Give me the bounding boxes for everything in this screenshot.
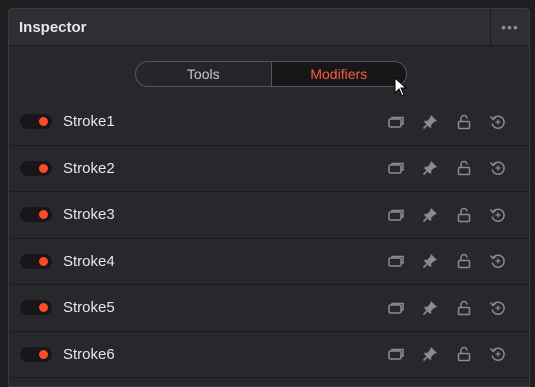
reset-icon[interactable] bbox=[481, 112, 515, 132]
row-actions bbox=[379, 158, 515, 178]
inspector-header: Inspector ••• bbox=[9, 9, 529, 46]
modifier-label: Stroke3 bbox=[63, 206, 115, 224]
reset-icon[interactable] bbox=[481, 344, 515, 364]
row-actions bbox=[379, 205, 515, 225]
enable-toggle[interactable] bbox=[20, 253, 52, 269]
modifier-label: Stroke4 bbox=[63, 252, 115, 270]
modifier-row[interactable]: Stroke2 bbox=[9, 146, 529, 192]
toggle-indicator bbox=[39, 256, 48, 266]
lock-icon[interactable] bbox=[447, 158, 481, 178]
reset-icon[interactable] bbox=[481, 205, 515, 225]
pin-icon[interactable] bbox=[413, 251, 447, 271]
pin-icon[interactable] bbox=[413, 112, 447, 132]
tab-bar: Tools Modifiers bbox=[135, 61, 407, 87]
reset-icon[interactable] bbox=[481, 158, 515, 178]
modifier-row[interactable]: Stroke5 bbox=[9, 285, 529, 332]
enable-toggle[interactable] bbox=[20, 346, 52, 362]
modifier-label: Stroke5 bbox=[63, 299, 115, 317]
collapse-icon[interactable] bbox=[379, 344, 413, 364]
toggle-indicator bbox=[39, 163, 48, 173]
panel-title: Inspector bbox=[19, 18, 87, 36]
tab-tools[interactable]: Tools bbox=[136, 62, 272, 86]
inspector-panel: Inspector ••• Tools Modifiers Stroke1 Str… bbox=[8, 8, 530, 387]
modifier-label: Stroke1 bbox=[63, 113, 115, 131]
pin-icon[interactable] bbox=[413, 298, 447, 318]
enable-toggle[interactable] bbox=[20, 114, 52, 130]
row-actions bbox=[379, 344, 515, 364]
reset-icon[interactable] bbox=[481, 251, 515, 271]
modifier-row[interactable]: Stroke6 bbox=[9, 332, 529, 378]
enable-toggle[interactable] bbox=[20, 160, 52, 176]
row-actions bbox=[379, 251, 515, 271]
toggle-indicator bbox=[39, 210, 48, 220]
collapse-icon[interactable] bbox=[379, 158, 413, 178]
collapse-icon[interactable] bbox=[379, 251, 413, 271]
row-actions bbox=[379, 112, 515, 132]
lock-icon[interactable] bbox=[447, 205, 481, 225]
modifier-row[interactable]: Stroke1 bbox=[9, 99, 529, 146]
lock-icon[interactable] bbox=[447, 298, 481, 318]
modifier-row[interactable]: Stroke3 bbox=[9, 192, 529, 239]
pin-icon[interactable] bbox=[413, 158, 447, 178]
toggle-indicator bbox=[39, 117, 48, 127]
lock-icon[interactable] bbox=[447, 112, 481, 132]
lock-icon[interactable] bbox=[447, 251, 481, 271]
reset-icon[interactable] bbox=[481, 298, 515, 318]
modifier-label: Stroke6 bbox=[63, 345, 115, 363]
modifier-label: Stroke2 bbox=[63, 159, 115, 177]
toggle-indicator bbox=[39, 303, 48, 313]
pin-icon[interactable] bbox=[413, 344, 447, 364]
enable-toggle[interactable] bbox=[20, 207, 52, 223]
enable-toggle[interactable] bbox=[20, 300, 52, 316]
toggle-indicator bbox=[39, 349, 48, 359]
collapse-icon[interactable] bbox=[379, 112, 413, 132]
modifier-row[interactable]: Stroke4 bbox=[9, 239, 529, 285]
collapse-icon[interactable] bbox=[379, 298, 413, 318]
pin-icon[interactable] bbox=[413, 205, 447, 225]
mouse-cursor-icon bbox=[394, 77, 408, 97]
lock-icon[interactable] bbox=[447, 344, 481, 364]
collapse-icon[interactable] bbox=[379, 205, 413, 225]
more-options-button[interactable]: ••• bbox=[490, 9, 529, 45]
row-actions bbox=[379, 298, 515, 318]
tab-modifiers[interactable]: Modifiers bbox=[271, 62, 406, 86]
modifier-list: Stroke1 Stroke2 Stroke3 Stroke4 Stroke5 Strok… bbox=[9, 99, 529, 378]
